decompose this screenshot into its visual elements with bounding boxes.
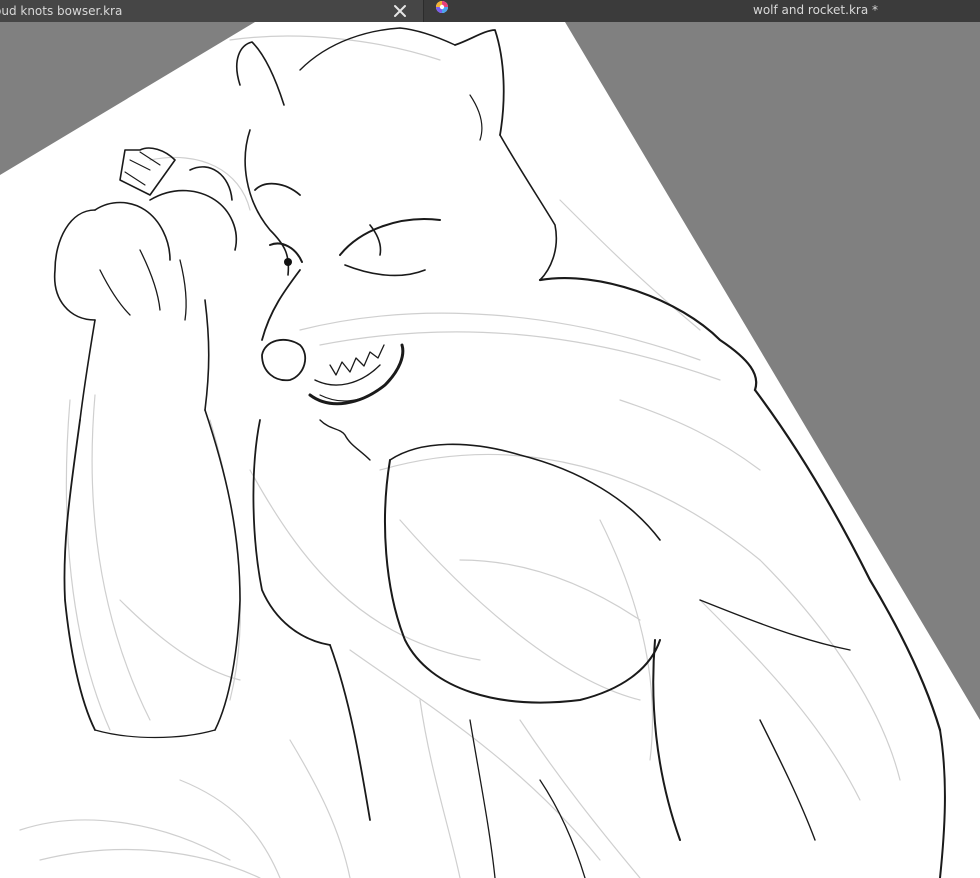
- krita-app-icon: [435, 0, 449, 14]
- close-icon[interactable]: [391, 2, 409, 20]
- document-tab-bar: oud knots bowser.kra wolf and rocket.kra…: [0, 0, 980, 22]
- tab-wolf-and-rocket[interactable]: wolf and rocket.kra *: [424, 0, 980, 22]
- drawing-canvas[interactable]: [0, 22, 980, 878]
- canvas-viewport[interactable]: [0, 22, 980, 878]
- tab-oud-knots-bowser[interactable]: oud knots bowser.kra: [0, 0, 424, 22]
- tab-title: wolf and rocket.kra *: [753, 3, 879, 17]
- tab-title: oud knots bowser.kra: [0, 4, 123, 18]
